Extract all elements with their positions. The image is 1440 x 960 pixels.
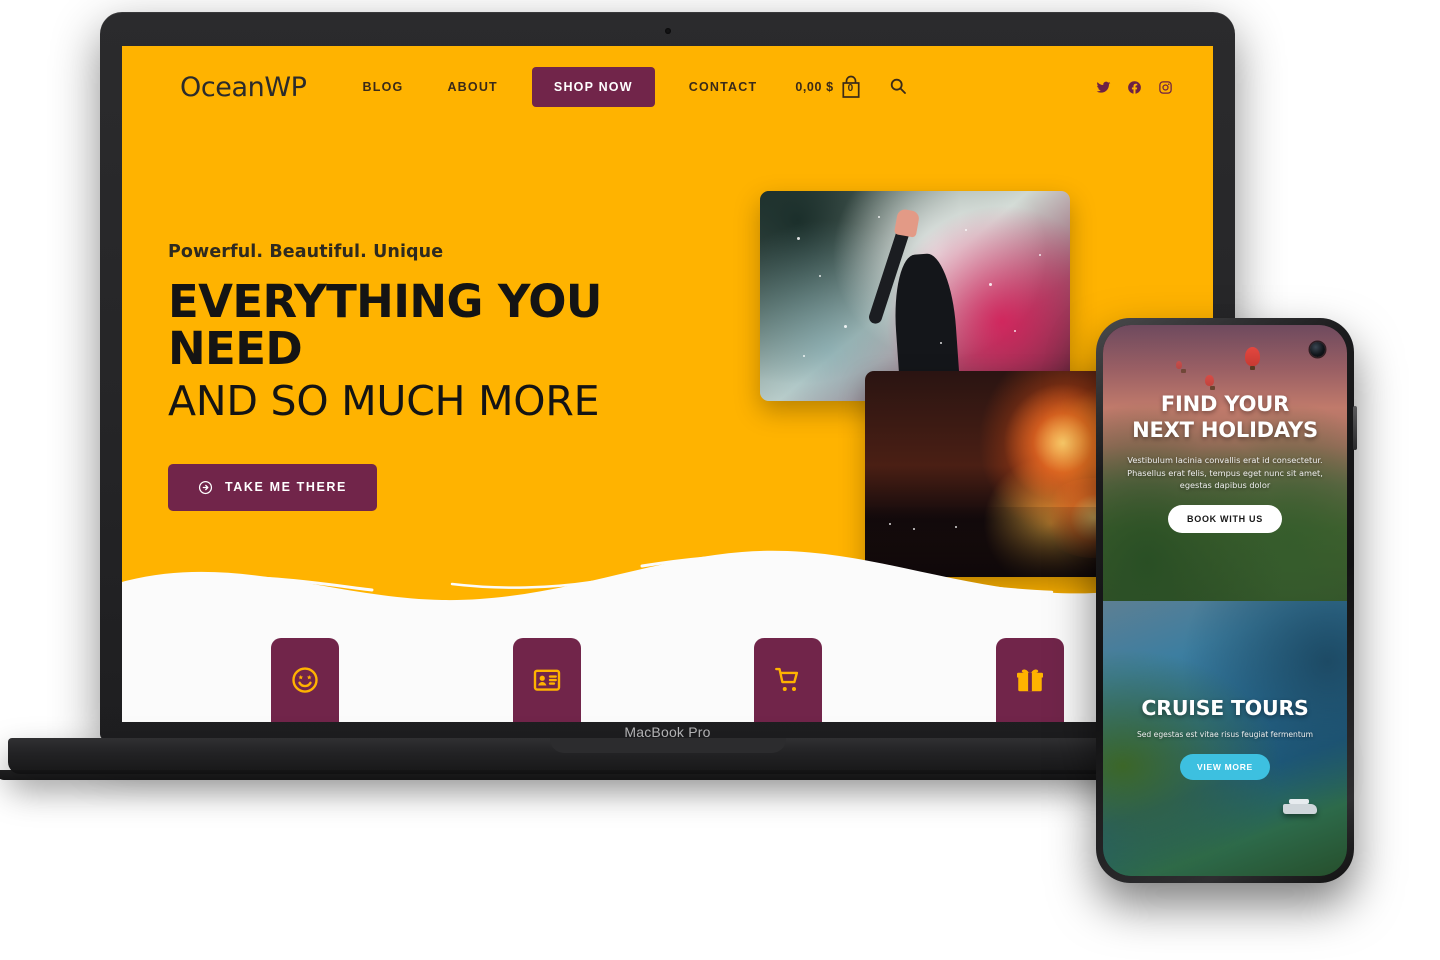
take-me-there-label: TAKE ME THERE	[225, 480, 347, 495]
smartphone-mockup: FIND YOUR NEXT HOLIDAYS Vestibulum lacin…	[1096, 318, 1357, 883]
nav-item-contact[interactable]: CONTACT	[667, 80, 780, 94]
screenshot-stage: OceanWP. BLOG ABOUT SHOP NOW CONTACT 0,0…	[0, 0, 1440, 960]
search-icon[interactable]	[890, 78, 906, 97]
phone-cruise-body: Sed egestas est vitae risus feugiat ferm…	[1136, 730, 1314, 740]
social-links	[1096, 80, 1187, 95]
hero-section: Powerful. Beautiful. Unique EVERYTHING Y…	[168, 242, 728, 511]
hero-eyebrow: Powerful. Beautiful. Unique	[168, 242, 444, 262]
phone-slide-cruise: CRUISE TOURS Sed egestas est vitae risus…	[1103, 600, 1347, 876]
site-logo[interactable]: OceanWP.	[180, 72, 311, 103]
phone-screen: FIND YOUR NEXT HOLIDAYS Vestibulum lacin…	[1103, 325, 1347, 876]
facebook-icon[interactable]	[1127, 80, 1142, 95]
cart-amount: 0,00 $	[795, 80, 834, 94]
cart-widget[interactable]: 0,00 $ 0	[795, 75, 906, 99]
wave-divider	[122, 550, 1213, 628]
feature-card-gift[interactable]	[996, 638, 1065, 722]
cart-count: 0	[847, 83, 854, 94]
book-with-us-button[interactable]: BOOK WITH US	[1168, 505, 1282, 534]
feature-card-cart[interactable]	[754, 638, 823, 722]
macbook-pro-mockup: OceanWP. BLOG ABOUT SHOP NOW CONTACT 0,0…	[0, 12, 1340, 780]
main-navigation: BLOG ABOUT SHOP NOW CONTACT 0,00 $ 0	[341, 67, 906, 107]
laptop-camera-icon	[664, 28, 671, 34]
concert-photo	[760, 191, 1070, 401]
twitter-icon[interactable]	[1096, 80, 1111, 95]
phone-slide-holidays: FIND YOUR NEXT HOLIDAYS Vestibulum lacin…	[1103, 325, 1347, 601]
gift-box-icon	[1015, 665, 1045, 695]
id-card-icon	[532, 665, 562, 695]
phone-holidays-body: Vestibulum lacinia convallis erat id con…	[1127, 455, 1323, 490]
view-more-button[interactable]: VIEW MORE	[1180, 754, 1270, 781]
hero-title-line-1: EVERYTHING YOU NEED	[168, 275, 602, 376]
phone-holidays-title-line-1: FIND YOUR	[1160, 392, 1290, 417]
logo-text: OceanWP	[180, 71, 303, 103]
laptop-screen: OceanWP. BLOG ABOUT SHOP NOW CONTACT 0,0…	[122, 46, 1213, 722]
phone-cruise-title: CRUISE TOURS	[1141, 696, 1309, 721]
shopping-bag-icon: 0	[840, 75, 862, 99]
take-me-there-button[interactable]: TAKE ME THERE	[168, 463, 377, 511]
laptop-base-notch	[550, 738, 786, 753]
site-header: OceanWP. BLOG ABOUT SHOP NOW CONTACT 0,0…	[122, 46, 1213, 128]
feature-cards	[122, 624, 1213, 722]
laptop-lid: OceanWP. BLOG ABOUT SHOP NOW CONTACT 0,0…	[100, 12, 1235, 740]
logo-dot: .	[302, 71, 311, 103]
shopping-cart-icon	[773, 665, 803, 695]
star-struck-smiley-icon	[290, 665, 320, 695]
nav-item-about[interactable]: ABOUT	[425, 80, 519, 94]
hero-title-line-2: AND SO MUCH MORE	[168, 376, 600, 425]
nav-item-blog[interactable]: BLOG	[341, 80, 426, 94]
feature-card-id[interactable]	[512, 638, 581, 722]
phone-holidays-title-line-2: NEXT HOLIDAYS	[1132, 417, 1318, 442]
phone-front-camera-icon	[1310, 342, 1325, 357]
phone-power-button[interactable]	[1353, 406, 1357, 450]
phone-frame: FIND YOUR NEXT HOLIDAYS Vestibulum lacin…	[1096, 318, 1354, 883]
feature-card-smiley[interactable]	[270, 638, 339, 722]
shop-now-button[interactable]: SHOP NOW	[531, 67, 655, 107]
instagram-icon[interactable]	[1158, 80, 1173, 95]
arrow-right-circle-icon	[198, 480, 213, 495]
